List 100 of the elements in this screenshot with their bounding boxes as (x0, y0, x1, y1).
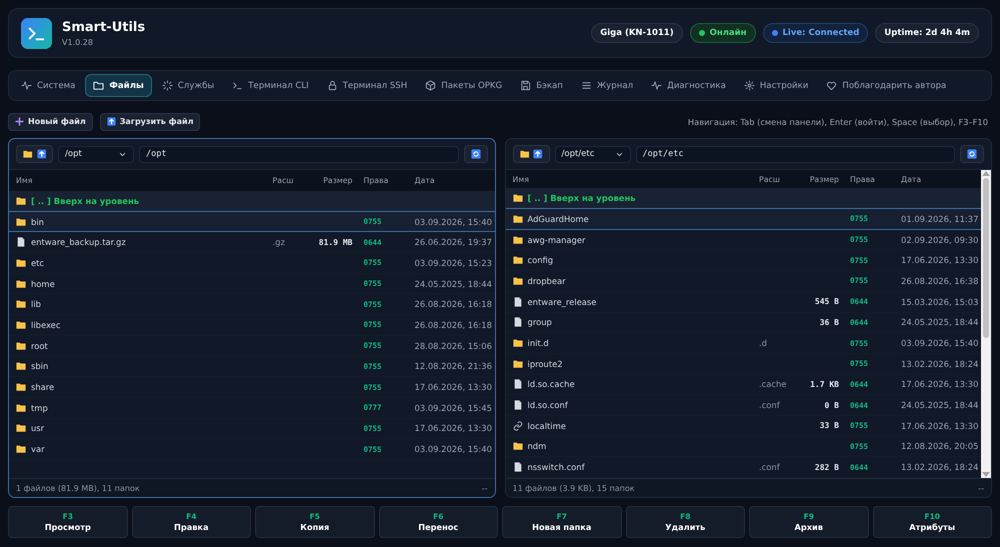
terminal-icon (232, 80, 244, 91)
file-date: 13.02.2026, 18:24 (901, 462, 978, 472)
file-size: 81.9 MB (318, 238, 352, 247)
file-date: 26.08.2026, 16:18 (414, 299, 492, 310)
file-icon (512, 462, 522, 472)
parent-dir-label: [ .. ] Вверх на уровень (31, 196, 140, 206)
nav-tab[interactable]: Терминал SSH (318, 74, 416, 97)
nav-tab[interactable]: Журнал (572, 74, 642, 97)
file-date: 12.08.2026, 20:05 (901, 441, 978, 452)
parent-folder-button[interactable] (16, 145, 53, 163)
folder-icon (512, 358, 522, 369)
nav-tab[interactable]: Система (13, 74, 84, 97)
file-date: 17.06.2026, 13:30 (901, 255, 978, 266)
folder-icon (93, 80, 104, 91)
folder-icon (16, 402, 26, 413)
nav-tab[interactable]: Диагностика (643, 74, 734, 97)
parent-dir-label: [ .. ] Вверх на уровень (528, 193, 636, 204)
file-date: 26.08.2026, 16:38 (901, 276, 978, 286)
cube-icon (425, 80, 436, 91)
path-dropdown[interactable]: /opt/etc (554, 146, 630, 162)
file-icon (16, 237, 26, 248)
nav-tab[interactable]: Поблагодарить автора (818, 74, 954, 97)
refresh-icon (967, 149, 977, 159)
loader-icon (162, 80, 173, 91)
file-size: 36 B (820, 318, 839, 327)
lock-icon (326, 80, 338, 91)
file-size: 1.7 KB (810, 380, 839, 389)
panel-status-extra: -- (978, 484, 984, 492)
file-date: 24.05.2025, 18:44 (901, 317, 978, 328)
list-icon (580, 80, 592, 91)
file-extension: .gz (272, 237, 285, 248)
file-name: home (31, 278, 55, 289)
file-date: 17.06.2026, 13:30 (901, 379, 978, 390)
file-date: 15.03.2026, 15:03 (901, 296, 978, 307)
file-name: bin (31, 216, 44, 227)
file-name: entware_backup.tar.gz (31, 237, 126, 248)
action-label: Копия (300, 522, 330, 532)
folder-icon (16, 216, 26, 227)
path-field[interactable]: /opt/etc (636, 146, 955, 162)
nav-tab[interactable]: Службы (154, 74, 222, 97)
file-name: nsswitch.conf (528, 462, 585, 472)
parent-dir-row[interactable]: [ .. ] Вверх на уровень (9, 191, 494, 212)
file-date: 17.06.2026, 13:30 (414, 423, 492, 434)
version-label: V1.0.28 (62, 38, 94, 46)
file-date: 03.09.2026, 15:40 (414, 216, 492, 227)
parent-folder-button[interactable] (512, 145, 550, 163)
action-label: Новая папка (532, 522, 592, 532)
folder-icon (512, 234, 522, 245)
file-extension: .conf (759, 462, 780, 472)
status-dot (772, 30, 778, 36)
file-name: usr (31, 423, 44, 434)
folder-icon (16, 444, 26, 454)
action-label: Просмотр (44, 522, 91, 532)
upload-file-button[interactable]: Загрузить файл (100, 112, 200, 130)
nav-tab[interactable]: Бэкап (512, 74, 571, 97)
file-date: 26.08.2026, 16:18 (414, 320, 492, 330)
settings-icon (744, 80, 755, 91)
file-name: share (31, 382, 54, 392)
parent-dir-row[interactable]: [ .. ] Вверх на уровень (506, 188, 981, 210)
badge-label: Live: Connected (782, 28, 860, 38)
nav-tab[interactable]: Файлы (85, 74, 152, 97)
file-date: 12.08.2026, 21:36 (414, 361, 492, 372)
action-label: Правка (174, 522, 208, 532)
nav-tab[interactable]: Настройки (736, 74, 816, 97)
app-title: Smart-Utils (62, 20, 146, 34)
folder-icon (512, 255, 522, 266)
pulse-icon (21, 80, 32, 91)
scrollbar[interactable] (981, 170, 991, 478)
folder-icon (16, 361, 26, 372)
file-name: var (31, 444, 45, 454)
action-label: Архив (794, 522, 823, 532)
file-date: 28.08.2026, 15:06 (414, 340, 492, 351)
new-file-button[interactable]: Новый файл (8, 112, 93, 130)
nav-tab[interactable]: Терминал CLI (224, 74, 317, 97)
file-date: 03.09.2026, 15:40 (901, 338, 978, 348)
path-dropdown[interactable]: /opt (58, 146, 134, 162)
file-name: lib (31, 299, 41, 310)
keyboard-hint: Навигация: Tab (смена панели), Enter (войти), Space (выбор), F3–F10 (688, 116, 989, 126)
upload-icon (106, 117, 116, 126)
file-extension: .cache (759, 379, 786, 390)
file-date: 02.09.2026, 09:30 (901, 234, 978, 245)
folder-icon (512, 276, 522, 286)
action-label: Удалить (665, 522, 706, 532)
file-size: 33 B (820, 421, 839, 430)
nav-tab[interactable]: Пакеты OPKG (417, 74, 510, 97)
refresh-button[interactable] (960, 145, 984, 163)
panel-status-extra: -- (482, 484, 488, 492)
scrollbar-thumb[interactable] (983, 178, 989, 338)
folder-icon (16, 423, 26, 434)
folder-icon (23, 149, 32, 159)
file-icon (512, 296, 522, 307)
file-date: 17.06.2026, 13:30 (414, 382, 492, 392)
badge-label: Giga (KN-1011) (600, 28, 674, 38)
file-name: dropbear (528, 276, 566, 286)
refresh-button[interactable] (464, 145, 488, 163)
file-name: init.d (528, 338, 549, 348)
status-dot (698, 30, 705, 36)
file-name: localtime (528, 420, 566, 431)
folder-icon (520, 149, 529, 159)
path-field[interactable]: /opt (139, 146, 458, 162)
